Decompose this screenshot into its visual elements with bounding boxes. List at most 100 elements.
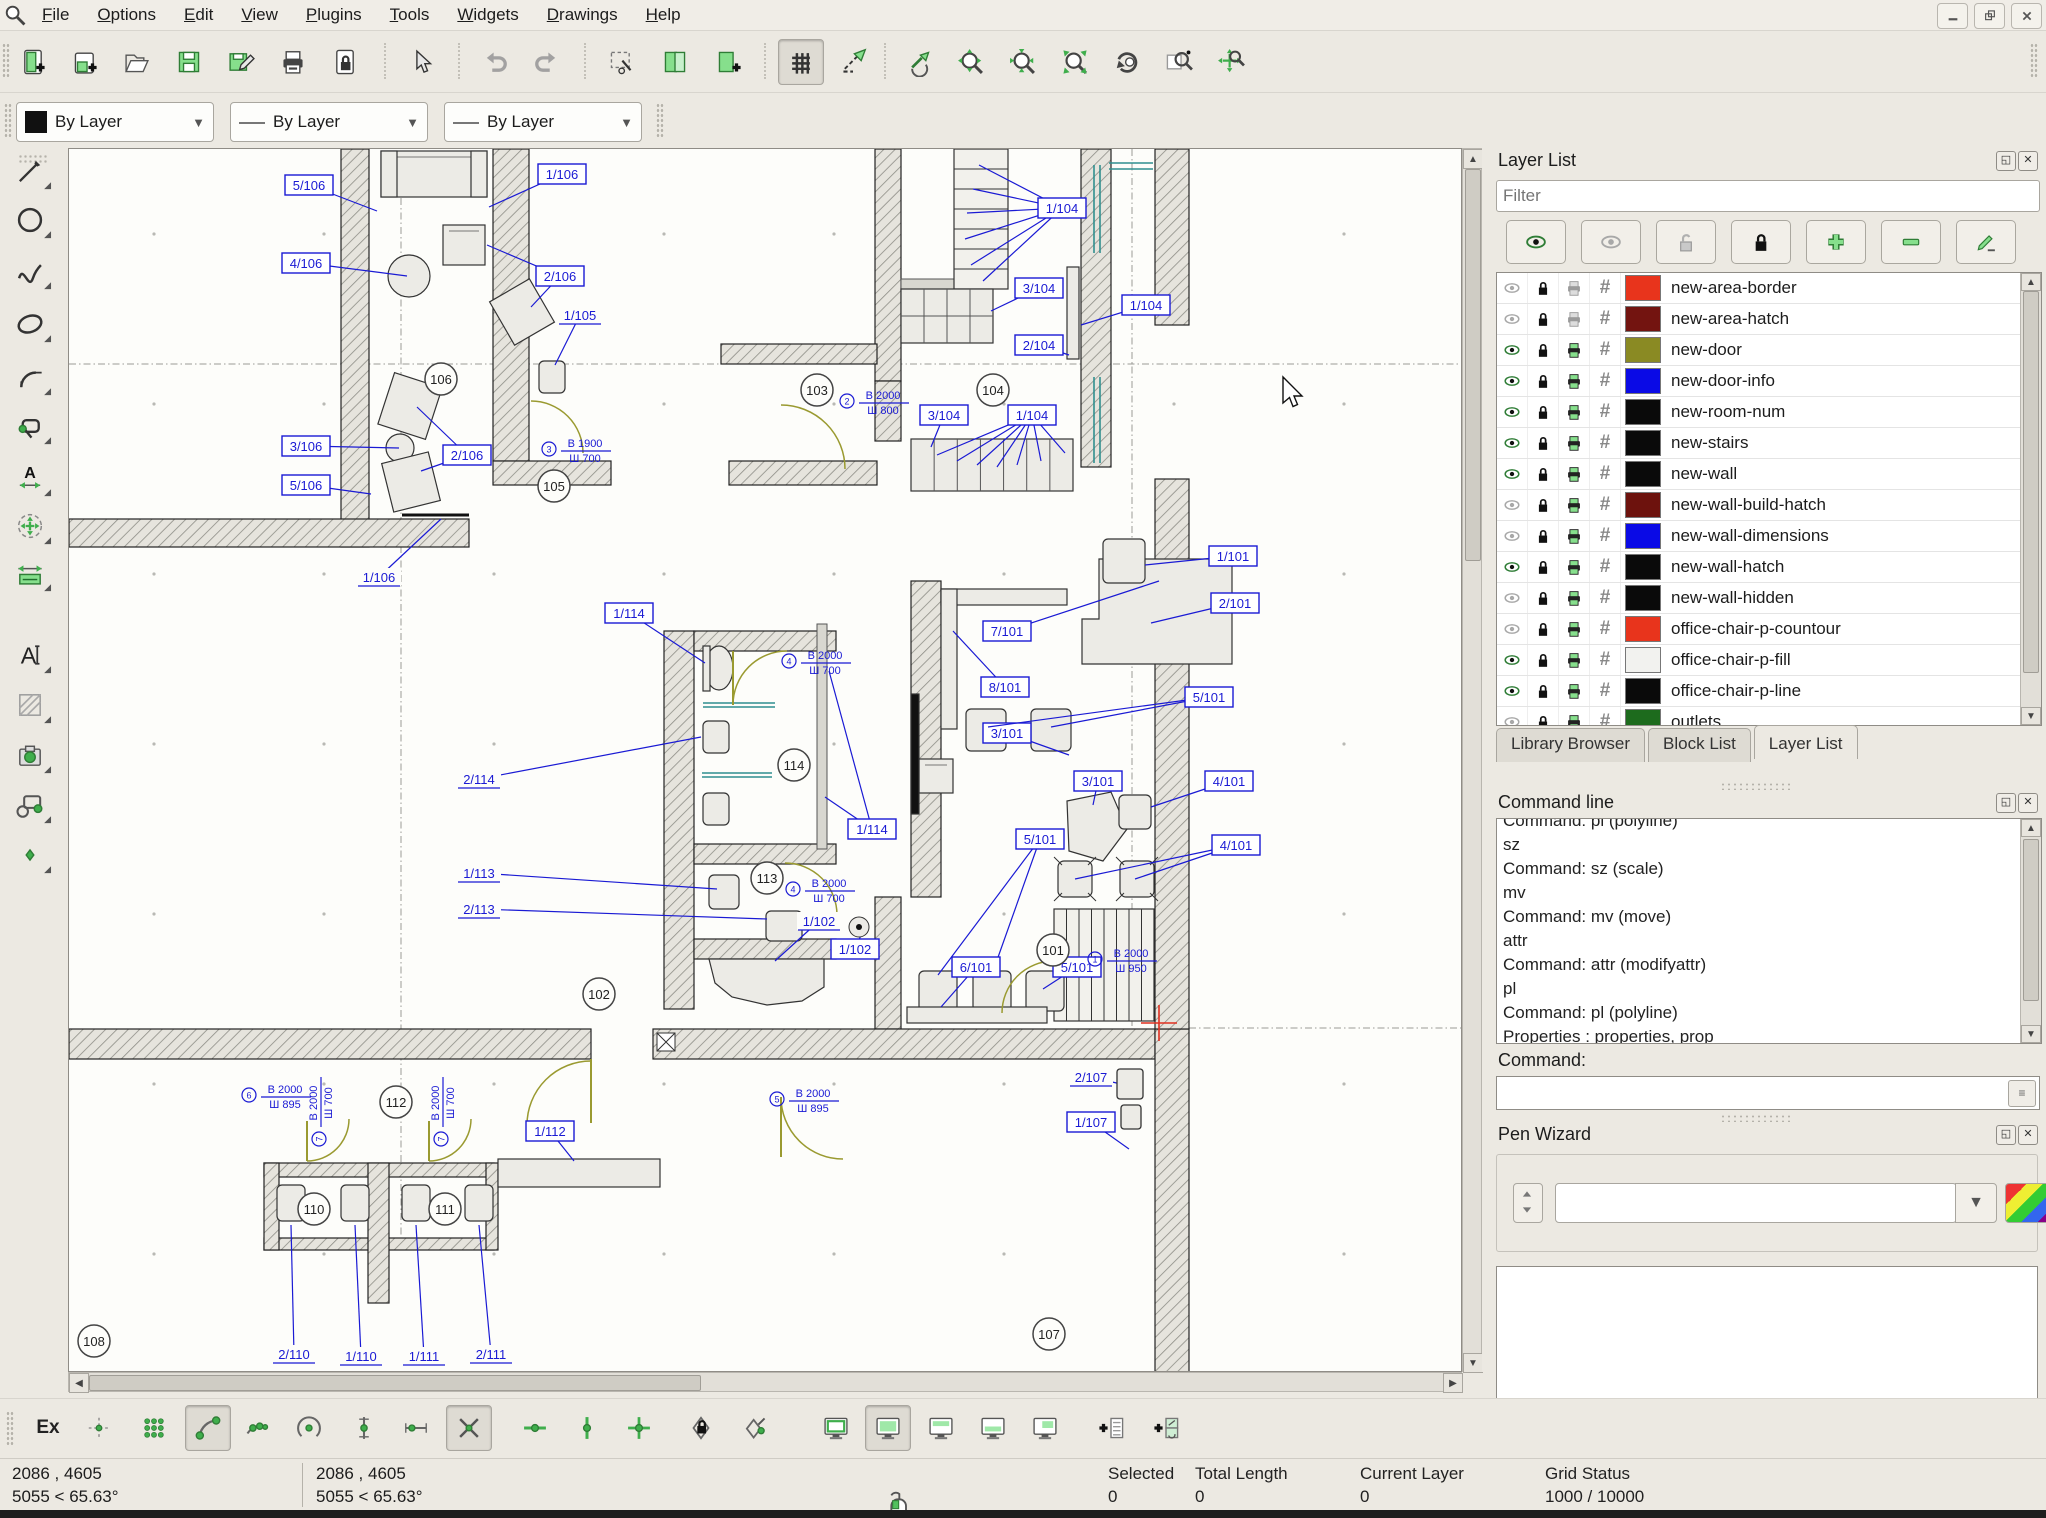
layer-row[interactable]: #new-wall-hatch: [1497, 552, 2021, 583]
layer-lock-icon[interactable]: [1528, 583, 1559, 613]
drawing-canvas[interactable]: 5/1061/1064/1062/1063/1062/1065/1061/104…: [68, 148, 1462, 1372]
command-history-scrollbar[interactable]: ▲ ▼: [2020, 819, 2041, 1043]
layer-row[interactable]: #new-door: [1497, 335, 2021, 366]
dimension-linear-tool[interactable]: ◢: [7, 551, 53, 595]
new-file-button[interactable]: [10, 39, 56, 85]
save-button[interactable]: [166, 39, 212, 85]
restrict-vertical-button[interactable]: [564, 1405, 610, 1451]
layer-construction-icon[interactable]: #: [1590, 304, 1621, 334]
scroll-right-arrow[interactable]: ▶: [1443, 1373, 1463, 1393]
circle-tool[interactable]: ◢: [7, 198, 53, 242]
layer-color-swatch[interactable]: [1625, 616, 1661, 642]
layer-lock-icon[interactable]: [1528, 428, 1559, 458]
canvas-horizontal-scrollbar[interactable]: ◀ ▶: [68, 1372, 1462, 1392]
layer-print-icon[interactable]: [1559, 707, 1590, 726]
layer-construction-icon[interactable]: #: [1590, 428, 1621, 458]
lock-all-layers-button[interactable]: [1731, 220, 1791, 264]
layer-visibility-icon[interactable]: [1497, 335, 1528, 365]
tab-layer-list[interactable]: Layer List: [1754, 725, 1858, 759]
layer-construction-icon[interactable]: #: [1590, 397, 1621, 427]
layer-lock-icon[interactable]: [1528, 459, 1559, 489]
menu-tools[interactable]: Tools: [376, 2, 444, 28]
cut-button[interactable]: [598, 39, 644, 85]
layer-visibility-icon[interactable]: [1497, 397, 1528, 427]
snap-distance-button[interactable]: [393, 1405, 439, 1451]
layer-visibility-icon[interactable]: [1497, 645, 1528, 675]
exclusive-snap-button[interactable]: Ex: [25, 1405, 71, 1451]
layer-list-scrollbar[interactable]: ▲ ▼: [2020, 273, 2041, 725]
layer-visibility-icon[interactable]: [1497, 583, 1528, 613]
layer-lock-icon[interactable]: [1528, 335, 1559, 365]
layer-row[interactable]: #new-wall: [1497, 459, 2021, 490]
snap-endpoint-button[interactable]: [185, 1405, 231, 1451]
zoom-pan-button[interactable]: [1208, 39, 1254, 85]
dock-top-toggle[interactable]: [918, 1405, 964, 1451]
color-combo[interactable]: By Layer▼: [16, 102, 214, 142]
layer-construction-icon[interactable]: #: [1590, 366, 1621, 396]
layer-print-icon[interactable]: [1559, 490, 1590, 520]
zoom-out-button[interactable]: [1000, 39, 1046, 85]
layer-construction-icon[interactable]: #: [1590, 521, 1621, 551]
layer-lock-icon[interactable]: [1528, 552, 1559, 582]
layer-print-icon[interactable]: [1559, 273, 1590, 303]
dock-float-toggle[interactable]: [1022, 1405, 1068, 1451]
panel-drag-handle[interactable]: [1720, 1114, 1790, 1122]
layer-row[interactable]: #new-wall-dimensions: [1497, 521, 2021, 552]
layer-color-swatch[interactable]: [1625, 492, 1661, 518]
add-block-button[interactable]: [706, 39, 752, 85]
layer-print-icon[interactable]: [1559, 521, 1590, 551]
close-panel-button[interactable]: ✕: [2018, 1125, 2038, 1145]
scroll-up-arrow[interactable]: ▲: [1463, 149, 1483, 169]
layer-row[interactable]: #office-chair-p-countour: [1497, 614, 2021, 645]
modify-tool[interactable]: ◢: [7, 504, 53, 548]
layer-print-icon[interactable]: [1559, 304, 1590, 334]
layer-lock-icon[interactable]: [1528, 397, 1559, 427]
float-panel-button[interactable]: ◱: [1996, 1125, 2016, 1145]
layer-construction-icon[interactable]: #: [1590, 614, 1621, 644]
layer-color-swatch[interactable]: [1625, 585, 1661, 611]
close-panel-button[interactable]: ✕: [2018, 151, 2038, 171]
snap-free-button[interactable]: [76, 1405, 122, 1451]
line-tool[interactable]: ◢: [7, 149, 53, 193]
layer-lock-icon[interactable]: [1528, 707, 1559, 726]
minimize-button[interactable]: [1937, 3, 1968, 29]
penbar-end-handle[interactable]: [656, 103, 664, 139]
scroll-down-arrow[interactable]: ▼: [1463, 1353, 1483, 1373]
menu-widgets[interactable]: Widgets: [443, 2, 532, 28]
layer-print-icon[interactable]: [1559, 583, 1590, 613]
restore-button[interactable]: [1974, 3, 2005, 29]
point-tool[interactable]: ◢: [7, 833, 53, 877]
pen-size-spinner[interactable]: [1513, 1183, 1543, 1223]
penbar-drag-handle[interactable]: [4, 103, 12, 139]
layer-row[interactable]: #new-wall-hidden: [1497, 583, 2021, 614]
layer-print-icon[interactable]: [1559, 428, 1590, 458]
menu-plugins[interactable]: Plugins: [292, 2, 376, 28]
redo-button[interactable]: [524, 39, 570, 85]
layer-print-icon[interactable]: [1559, 459, 1590, 489]
layer-lock-icon[interactable]: [1528, 645, 1559, 675]
dock-splitter[interactable]: [1482, 148, 1490, 1372]
layer-print-icon[interactable]: [1559, 676, 1590, 706]
layer-lock-icon[interactable]: [1528, 273, 1559, 303]
hide-all-layers-button[interactable]: [1581, 220, 1641, 264]
layer-color-swatch[interactable]: [1625, 647, 1661, 673]
dock-left-toggle[interactable]: [813, 1405, 859, 1451]
undo-button[interactable]: [472, 39, 518, 85]
select-pointer-button[interactable]: [398, 39, 444, 85]
layer-color-swatch[interactable]: [1625, 275, 1661, 301]
layer-construction-icon[interactable]: #: [1590, 490, 1621, 520]
add-drawing-widget-button[interactable]: [1143, 1405, 1189, 1451]
layer-print-icon[interactable]: [1559, 366, 1590, 396]
ellipse-tool[interactable]: ◢: [7, 302, 53, 346]
layer-print-icon[interactable]: [1559, 335, 1590, 365]
layer-color-swatch[interactable]: [1625, 306, 1661, 332]
layer-visibility-icon[interactable]: [1497, 676, 1528, 706]
print-button[interactable]: [270, 39, 316, 85]
layer-row[interactable]: #new-wall-build-hatch: [1497, 490, 2021, 521]
snap-on-entity-button[interactable]: [234, 1405, 280, 1451]
scroll-left-arrow[interactable]: ◀: [69, 1373, 89, 1393]
modify-layer-button[interactable]: [1956, 220, 2016, 264]
layer-filter-input[interactable]: [1496, 180, 2040, 212]
layer-lock-icon[interactable]: [1528, 614, 1559, 644]
snap-middle-button[interactable]: [341, 1405, 387, 1451]
